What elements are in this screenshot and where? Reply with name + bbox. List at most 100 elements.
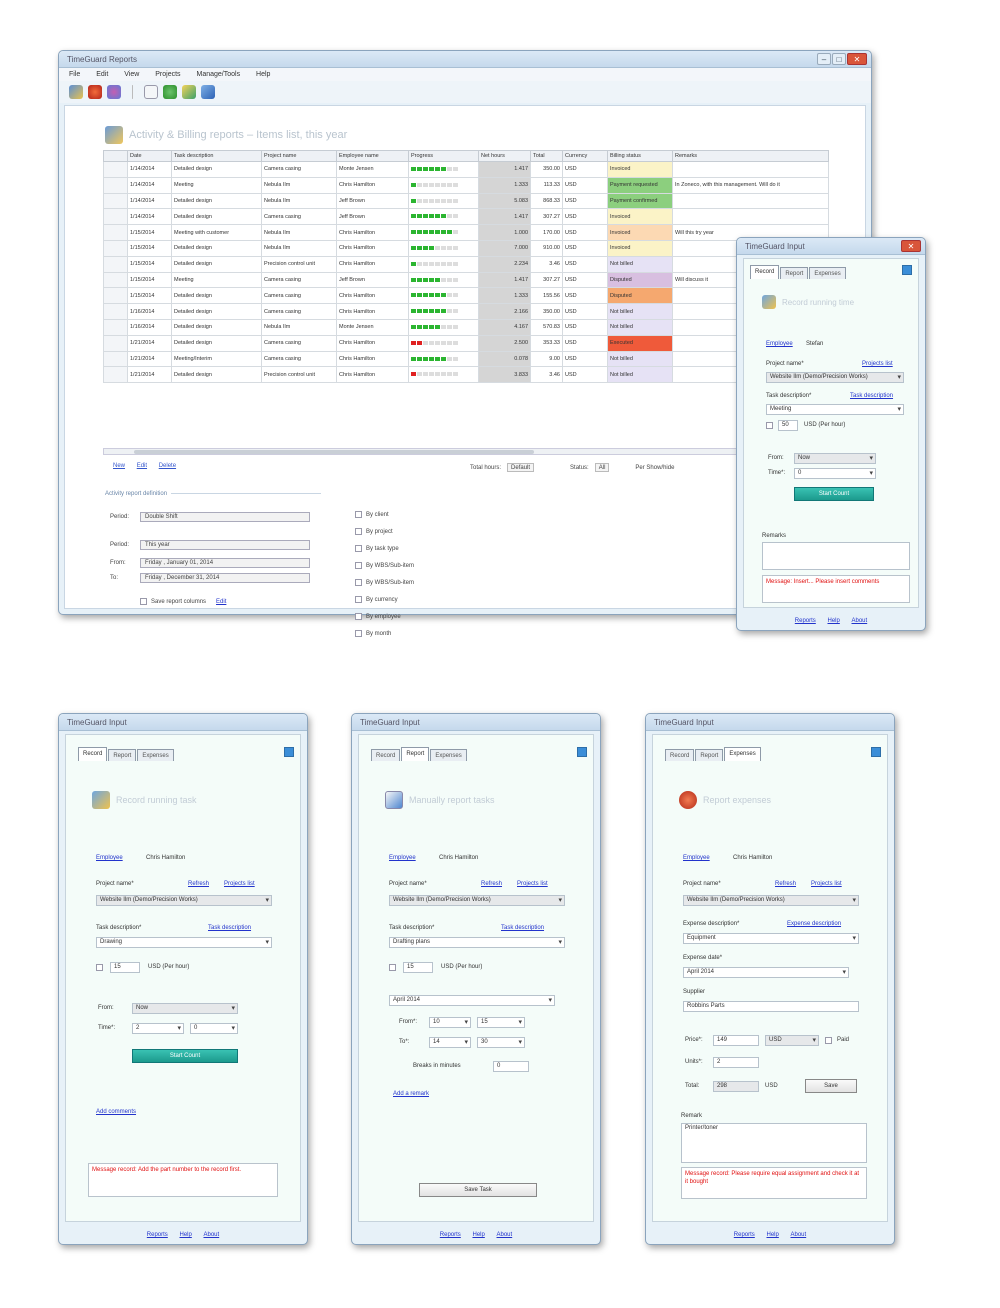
projects-list-link[interactable]: Projects list [811, 881, 842, 887]
report-window-titlebar[interactable]: TimeGuard Reports – □ ✕ [59, 51, 871, 68]
table-row[interactable]: 1/15/2014 Detailed design Camera casing Chr… [103, 287, 829, 305]
employee-link[interactable]: Employee [683, 855, 710, 861]
from-select[interactable]: Now [132, 1003, 238, 1014]
col-date[interactable]: Date [127, 150, 172, 162]
check-row[interactable]: By WBS/Sub-item [355, 574, 414, 591]
col-total[interactable]: Total [530, 150, 563, 162]
check-row[interactable]: By client [355, 506, 414, 523]
table-row[interactable]: 1/21/2014 Detailed design Camera casing Chr… [103, 334, 829, 352]
price-input[interactable]: 149 [713, 1035, 759, 1046]
minimize-panel-icon[interactable] [902, 265, 912, 275]
paid-checkbox[interactable] [825, 1037, 832, 1044]
rate-input[interactable]: 15 [403, 962, 433, 973]
tab-record[interactable]: Record [665, 749, 695, 761]
help-link[interactable]: Help [827, 618, 839, 624]
totals-select[interactable]: Default [507, 463, 535, 472]
check-row[interactable]: By WBS/Sub-item [355, 557, 414, 574]
refresh-link[interactable]: Refresh [188, 881, 209, 887]
report-icon[interactable] [69, 85, 83, 99]
check-row[interactable]: By task type [355, 540, 414, 557]
rate-checkbox[interactable] [96, 964, 103, 971]
task-description-link[interactable]: Task description [501, 925, 544, 931]
report-grid[interactable]: Date Task description Project name Emplo… [103, 150, 829, 384]
fire-icon[interactable] [88, 85, 102, 99]
save-expense-button[interactable]: Save [805, 1079, 857, 1093]
horizontal-scrollbar[interactable] [103, 448, 828, 455]
date-picker[interactable]: April 2014 [389, 995, 555, 1006]
table-row[interactable]: 1/16/2014 Detailed design Camera casing Chr… [103, 303, 829, 320]
save-columns-link[interactable]: Edit [216, 599, 226, 605]
projects-list-link[interactable]: Projects list [517, 881, 548, 887]
tab-record[interactable]: Record [750, 265, 780, 279]
reports-link[interactable]: Reports [147, 1232, 168, 1238]
project-select[interactable]: Website Ilm (Demo/Precision Works) [766, 372, 904, 383]
float-titlebar[interactable]: TimeGuard Input ✕ [737, 238, 925, 255]
employee-link[interactable]: Employee [766, 341, 793, 347]
currency-select[interactable]: USD [765, 1035, 819, 1046]
close-icon[interactable]: ✕ [901, 240, 921, 252]
reports-link[interactable]: Reports [440, 1232, 461, 1238]
task-description-link[interactable]: Task description [208, 925, 251, 931]
rate-checkbox[interactable] [389, 964, 396, 971]
employee-link[interactable]: Employee [96, 855, 123, 861]
refresh-link[interactable]: Refresh [775, 881, 796, 887]
table-row[interactable]: 1/14/2014 Detailed design Camera casing Jef… [103, 208, 829, 226]
menu-projects[interactable]: Projects [155, 71, 180, 78]
tab-report[interactable]: Report [695, 749, 724, 761]
add-comments-link[interactable]: Add comments [96, 1109, 136, 1115]
table-row[interactable]: 1/15/2014 Meeting with customer Nebula Ilm… [103, 224, 829, 241]
task-select[interactable]: Drafting plans [389, 937, 565, 948]
maximize-icon[interactable]: □ [832, 53, 846, 65]
col-task[interactable]: Task description [171, 150, 262, 162]
help-link[interactable]: Help [766, 1232, 778, 1238]
rate-input[interactable]: 50 [778, 420, 798, 431]
from-min-select[interactable]: 15 [477, 1017, 525, 1028]
about-link[interactable]: About [204, 1232, 220, 1238]
rate-input[interactable]: 15 [110, 962, 140, 973]
check-row[interactable]: By project [355, 523, 414, 540]
to-hour-select[interactable]: 14 [429, 1037, 471, 1048]
reports-link[interactable]: Reports [795, 618, 816, 624]
to-date-picker[interactable]: Friday , December 31, 2014 [140, 573, 310, 583]
col-status[interactable]: Billing status [607, 150, 673, 162]
new-document-icon[interactable] [144, 85, 158, 99]
expense-select[interactable]: Equipment [683, 933, 859, 944]
period2-select[interactable]: This year [140, 540, 310, 550]
menu-help[interactable]: Help [256, 71, 270, 78]
show-hide-label[interactable]: Per Show/hide [635, 465, 674, 471]
period-select[interactable]: Double Shift [140, 512, 310, 522]
projects-list-link[interactable]: Projects list [862, 361, 893, 367]
remark-input[interactable]: Printer/toner [681, 1123, 867, 1163]
from-date-picker[interactable]: Friday , January 01, 2014 [140, 558, 310, 568]
menu-file[interactable]: File [69, 71, 80, 78]
about-link[interactable]: About [791, 1232, 807, 1238]
group-checkbox[interactable] [355, 613, 362, 620]
settings-icon[interactable] [107, 85, 121, 99]
minimize-panel-icon[interactable] [871, 747, 881, 757]
save-columns-checkbox[interactable] [140, 598, 147, 605]
group-checkbox[interactable] [355, 528, 362, 535]
supplier-input[interactable]: Robbins Parts [683, 1001, 859, 1012]
time-mins-select[interactable]: 0 [190, 1023, 238, 1034]
start-count-button[interactable]: Start Count [132, 1049, 238, 1063]
expense-description-link[interactable]: Expense description [787, 921, 841, 927]
minimize-panel-icon[interactable] [577, 747, 587, 757]
col-project[interactable]: Project name [261, 150, 337, 162]
group-checkbox[interactable] [355, 579, 362, 586]
refresh-icon[interactable] [163, 85, 177, 99]
export-icon[interactable] [201, 85, 215, 99]
tab-report[interactable]: Report [108, 749, 137, 761]
edit-icon[interactable] [182, 85, 196, 99]
projects-list-link[interactable]: Projects list [224, 881, 255, 887]
table-row[interactable]: 1/14/2014 Meeting Nebula Ilm Chris Hamilton… [103, 176, 829, 194]
employee-link[interactable]: Employee [389, 855, 416, 861]
about-link[interactable]: About [852, 618, 868, 624]
group-checkbox[interactable] [355, 596, 362, 603]
from-select[interactable]: Now [794, 453, 876, 464]
tab-record[interactable]: Record [78, 747, 108, 761]
scrollbar-thumb[interactable] [134, 450, 534, 454]
table-row[interactable]: 1/21/2014 Detailed design Precision contro… [103, 366, 829, 384]
check-row[interactable]: By currency [355, 591, 414, 608]
add-remark-link[interactable]: Add a remark [393, 1091, 429, 1097]
table-row[interactable]: 1/14/2014 Detailed design Camera casing Mon… [103, 161, 829, 178]
